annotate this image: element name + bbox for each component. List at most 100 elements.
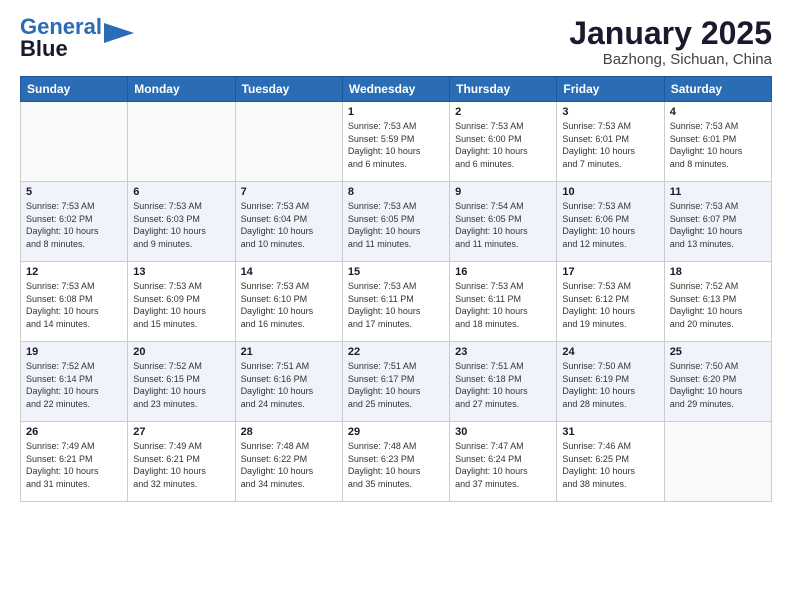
calendar-cell: 28Sunrise: 7:48 AM Sunset: 6:22 PM Dayli…: [235, 422, 342, 502]
day-info: Sunrise: 7:47 AM Sunset: 6:24 PM Dayligh…: [455, 440, 551, 490]
col-thursday: Thursday: [450, 77, 557, 102]
day-number: 4: [670, 106, 766, 118]
calendar-cell: 14 Sunrise: 7:53 AM Sunset: 6:10 PM Dayli…: [235, 262, 342, 342]
day-number: 19: [26, 346, 122, 358]
calendar-week-5: 26 Sunrise: 7:49 AM Sunset: 6:21 PM Dayli…: [21, 422, 772, 502]
calendar-cell: 19 Sunrise: 7:52 AM Sunset: 6:14 PM Dayli…: [21, 342, 128, 422]
day-number: 1: [348, 106, 444, 118]
day-info: Sunrise: 7:50 AM Sunset: 6:19 PM Dayligh…: [562, 360, 658, 410]
col-sunday: Sunday: [21, 77, 128, 102]
calendar-cell: 17 Sunrise: 7:53 AM Sunset: 6:12 PM Dayli…: [557, 262, 664, 342]
day-info: Sunrise: 7:46 AM Sunset: 6:25 PM Dayligh…: [562, 440, 658, 490]
day-number: 21: [241, 346, 337, 358]
day-number: 9: [455, 186, 551, 198]
col-monday: Monday: [128, 77, 235, 102]
calendar-cell: 22 Sunrise: 7:51 AM Sunset: 6:17 PM Dayli…: [342, 342, 449, 422]
calendar-cell: [21, 102, 128, 182]
day-info: Sunrise: 7:53 AM Sunset: 6:01 PM Dayligh…: [670, 120, 766, 170]
day-number: 10: [562, 186, 658, 198]
day-info: Sunrise: 7:53 AM Sunset: 6:11 PM Dayligh…: [455, 280, 551, 330]
day-info: Sunrise: 7:51 AM Sunset: 6:16 PM Dayligh…: [241, 360, 337, 410]
calendar-cell: 16 Sunrise: 7:53 AM Sunset: 6:11 PM Dayli…: [450, 262, 557, 342]
calendar-cell: 21 Sunrise: 7:51 AM Sunset: 6:16 PM Dayli…: [235, 342, 342, 422]
calendar-cell: 23Sunrise: 7:51 AM Sunset: 6:18 PM Dayli…: [450, 342, 557, 422]
day-info: Sunrise: 7:48 AM Sunset: 6:22 PM Dayligh…: [241, 440, 337, 490]
calendar-cell: 24 Sunrise: 7:50 AM Sunset: 6:19 PM Dayli…: [557, 342, 664, 422]
calendar-cell: [235, 102, 342, 182]
calendar-cell: 20Sunrise: 7:52 AM Sunset: 6:15 PM Dayli…: [128, 342, 235, 422]
calendar-cell: 29 Sunrise: 7:48 AM Sunset: 6:23 PM Dayli…: [342, 422, 449, 502]
day-info: Sunrise: 7:49 AM Sunset: 6:21 PM Dayligh…: [133, 440, 229, 490]
logo: General Blue: [20, 16, 134, 60]
day-info: Sunrise: 7:53 AM Sunset: 6:12 PM Dayligh…: [562, 280, 658, 330]
calendar-week-2: 5Sunrise: 7:53 AM Sunset: 6:02 PM Daylig…: [21, 182, 772, 262]
day-info: Sunrise: 7:51 AM Sunset: 6:17 PM Dayligh…: [348, 360, 444, 410]
day-info: Sunrise: 7:52 AM Sunset: 6:14 PM Dayligh…: [26, 360, 122, 410]
header-row: Sunday Monday Tuesday Wednesday Thursday…: [21, 77, 772, 102]
day-number: 30: [455, 426, 551, 438]
day-info: Sunrise: 7:53 AM Sunset: 6:03 PM Dayligh…: [133, 200, 229, 250]
day-info: Sunrise: 7:53 AM Sunset: 6:09 PM Dayligh…: [133, 280, 229, 330]
calendar-cell: 30 Sunrise: 7:47 AM Sunset: 6:24 PM Dayli…: [450, 422, 557, 502]
day-number: 16: [455, 266, 551, 278]
day-number: 24: [562, 346, 658, 358]
calendar-cell: 9 Sunrise: 7:54 AM Sunset: 6:05 PM Daylig…: [450, 182, 557, 262]
day-number: 8: [348, 186, 444, 198]
day-info: Sunrise: 7:53 AM Sunset: 6:07 PM Dayligh…: [670, 200, 766, 250]
calendar-cell: 26 Sunrise: 7:49 AM Sunset: 6:21 PM Dayli…: [21, 422, 128, 502]
calendar-cell: 1 Sunrise: 7:53 AM Sunset: 5:59 PM Daylig…: [342, 102, 449, 182]
header: General Blue January 2025 Bazhong, Sichu…: [20, 16, 772, 68]
day-number: 25: [670, 346, 766, 358]
day-number: 6: [133, 186, 229, 198]
day-info: Sunrise: 7:53 AM Sunset: 6:02 PM Dayligh…: [26, 200, 122, 250]
day-number: 17: [562, 266, 658, 278]
calendar-cell: 5Sunrise: 7:53 AM Sunset: 6:02 PM Daylig…: [21, 182, 128, 262]
calendar-cell: 10 Sunrise: 7:53 AM Sunset: 6:06 PM Dayli…: [557, 182, 664, 262]
calendar-cell: 8 Sunrise: 7:53 AM Sunset: 6:05 PM Daylig…: [342, 182, 449, 262]
day-number: 3: [562, 106, 658, 118]
col-tuesday: Tuesday: [235, 77, 342, 102]
logo-text: General Blue: [20, 16, 102, 60]
day-number: 29: [348, 426, 444, 438]
calendar-cell: 13 Sunrise: 7:53 AM Sunset: 6:09 PM Dayli…: [128, 262, 235, 342]
day-number: 13: [133, 266, 229, 278]
day-number: 2: [455, 106, 551, 118]
day-info: Sunrise: 7:49 AM Sunset: 6:21 PM Dayligh…: [26, 440, 122, 490]
day-info: Sunrise: 7:53 AM Sunset: 6:01 PM Dayligh…: [562, 120, 658, 170]
day-number: 12: [26, 266, 122, 278]
day-info: Sunrise: 7:52 AM Sunset: 6:13 PM Dayligh…: [670, 280, 766, 330]
calendar-subtitle: Bazhong, Sichuan, China: [569, 51, 772, 68]
day-info: Sunrise: 7:53 AM Sunset: 5:59 PM Dayligh…: [348, 120, 444, 170]
day-number: 15: [348, 266, 444, 278]
calendar-cell: 12Sunrise: 7:53 AM Sunset: 6:08 PM Dayli…: [21, 262, 128, 342]
day-info: Sunrise: 7:54 AM Sunset: 6:05 PM Dayligh…: [455, 200, 551, 250]
calendar-cell: 4 Sunrise: 7:53 AM Sunset: 6:01 PM Daylig…: [664, 102, 771, 182]
calendar-cell: [664, 422, 771, 502]
day-info: Sunrise: 7:53 AM Sunset: 6:10 PM Dayligh…: [241, 280, 337, 330]
day-info: Sunrise: 7:53 AM Sunset: 6:05 PM Dayligh…: [348, 200, 444, 250]
day-info: Sunrise: 7:48 AM Sunset: 6:23 PM Dayligh…: [348, 440, 444, 490]
col-wednesday: Wednesday: [342, 77, 449, 102]
day-info: Sunrise: 7:53 AM Sunset: 6:00 PM Dayligh…: [455, 120, 551, 170]
calendar-title: January 2025: [569, 16, 772, 51]
calendar-cell: 2 Sunrise: 7:53 AM Sunset: 6:00 PM Daylig…: [450, 102, 557, 182]
calendar-cell: 25Sunrise: 7:50 AM Sunset: 6:20 PM Dayli…: [664, 342, 771, 422]
calendar-week-4: 19 Sunrise: 7:52 AM Sunset: 6:14 PM Dayli…: [21, 342, 772, 422]
calendar-cell: 6 Sunrise: 7:53 AM Sunset: 6:03 PM Daylig…: [128, 182, 235, 262]
day-info: Sunrise: 7:52 AM Sunset: 6:15 PM Dayligh…: [133, 360, 229, 410]
day-number: 22: [348, 346, 444, 358]
day-info: Sunrise: 7:53 AM Sunset: 6:04 PM Dayligh…: [241, 200, 337, 250]
logo-arrow-icon: [104, 23, 134, 43]
day-number: 18: [670, 266, 766, 278]
day-number: 26: [26, 426, 122, 438]
title-block: January 2025 Bazhong, Sichuan, China: [569, 16, 772, 68]
calendar-cell: 27Sunrise: 7:49 AM Sunset: 6:21 PM Dayli…: [128, 422, 235, 502]
calendar-week-1: 1 Sunrise: 7:53 AM Sunset: 5:59 PM Daylig…: [21, 102, 772, 182]
calendar-cell: 11Sunrise: 7:53 AM Sunset: 6:07 PM Dayli…: [664, 182, 771, 262]
col-saturday: Saturday: [664, 77, 771, 102]
day-info: Sunrise: 7:53 AM Sunset: 6:06 PM Dayligh…: [562, 200, 658, 250]
day-number: 14: [241, 266, 337, 278]
day-number: 23: [455, 346, 551, 358]
calendar-cell: [128, 102, 235, 182]
calendar-table: Sunday Monday Tuesday Wednesday Thursday…: [20, 76, 772, 502]
